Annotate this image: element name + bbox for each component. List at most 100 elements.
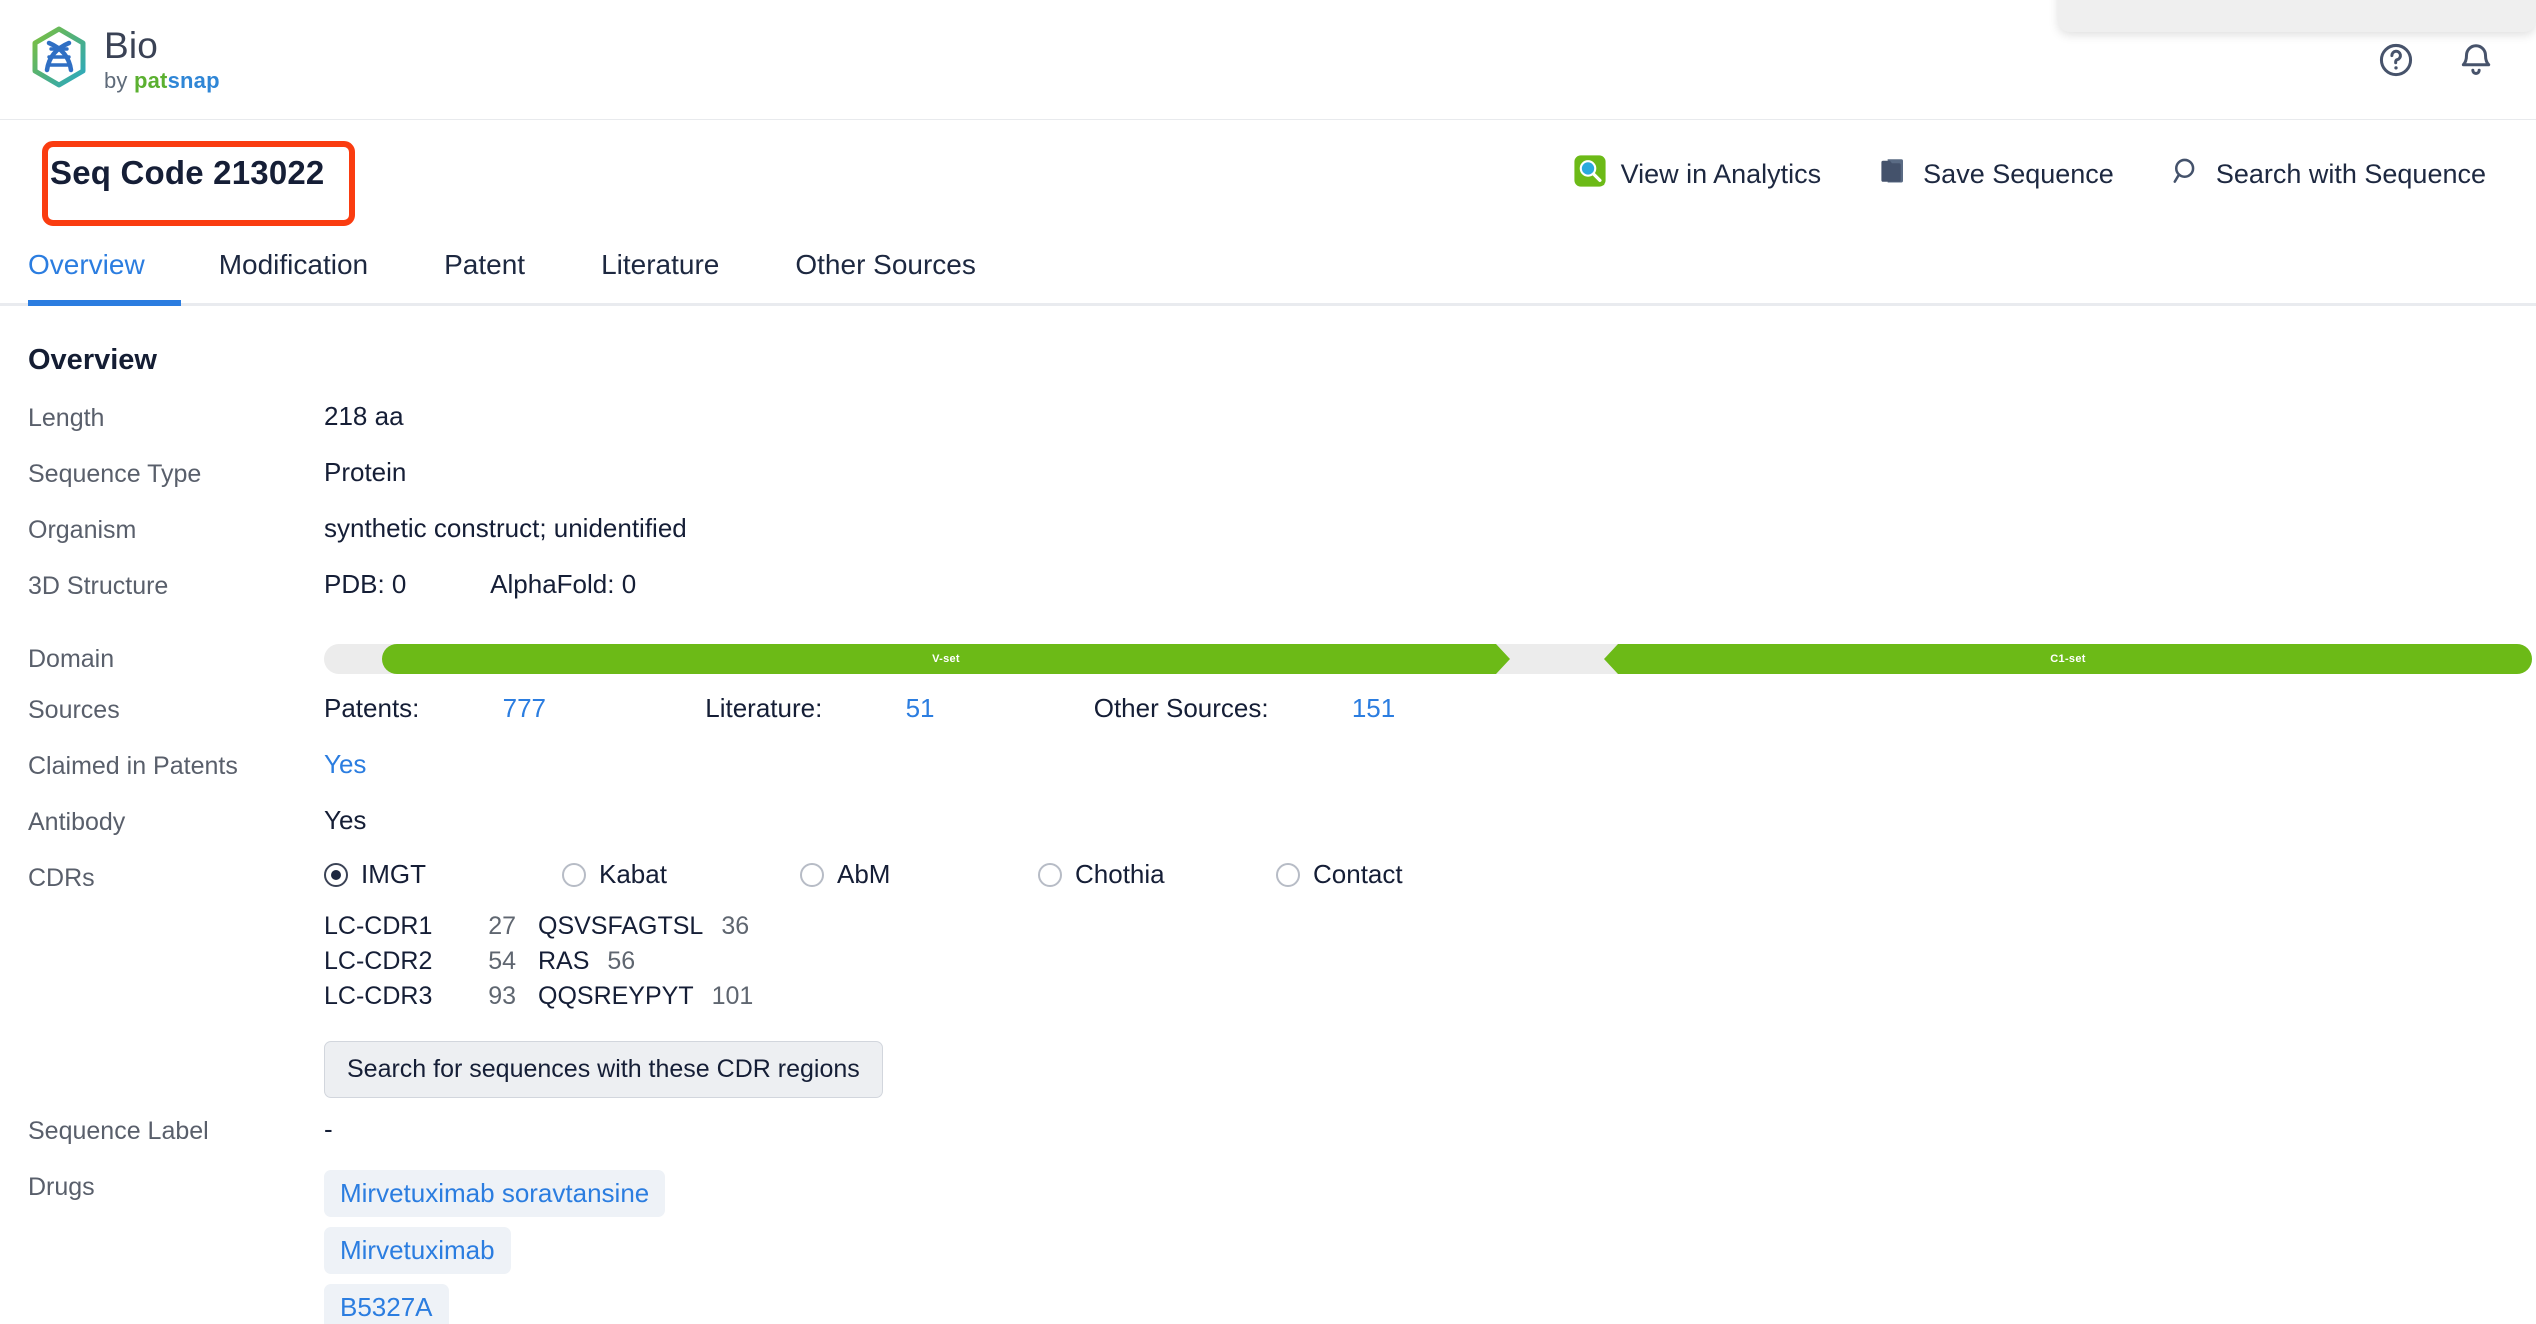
tab-patent[interactable]: Patent	[406, 249, 563, 303]
cdr-scheme-contact[interactable]: Contact	[1276, 859, 1514, 890]
row-3d-structure: 3D Structure PDB: 0 AlphaFold: 0	[0, 567, 2536, 623]
cdr-scheme-abm[interactable]: AbM	[800, 859, 1038, 890]
brand-logo-group[interactable]: Bio by patsnap	[28, 26, 220, 94]
tab-overview-label: Overview	[28, 249, 145, 280]
sources-patents-count[interactable]: 777	[503, 693, 546, 723]
row-organism-value: synthetic construct; unidentified	[324, 513, 687, 543]
row-claimed-in-patents: Claimed in Patents Yes	[0, 747, 2536, 803]
row-length: Length 218 aa	[0, 399, 2536, 455]
row-domain-value: V-set C1-set	[324, 640, 2536, 674]
cdr-scheme-chothia-label: Chothia	[1075, 859, 1165, 889]
sources-other-count[interactable]: 151	[1352, 693, 1395, 723]
cdr-row-end: 36	[721, 912, 750, 940]
sources-literature[interactable]: Literature: 51	[705, 693, 1010, 723]
sources-other[interactable]: Other Sources: 151	[1094, 693, 1471, 723]
list-item[interactable]: B5327A	[324, 1284, 449, 1324]
folder-icon	[1877, 155, 1909, 194]
cdr-scheme-chothia[interactable]: Chothia	[1038, 859, 1276, 890]
search-icon	[2170, 155, 2202, 194]
table-row: LC-CDR1 27 QSVSFAGTSL 36	[324, 912, 2536, 947]
cdr-row-sequence: QSVSFAGTSL	[538, 912, 704, 940]
row-antibody: Antibody Yes	[0, 803, 2536, 859]
cdr-row-end: 101	[711, 982, 754, 1010]
radio-contact-icon[interactable]	[1276, 862, 1300, 887]
domain-segment-c1-set[interactable]: C1-set	[1604, 644, 2532, 674]
cdr-row-start: 27	[488, 912, 516, 940]
row-sequence-label-value: -	[324, 1114, 333, 1144]
cdr-scheme-kabat[interactable]: Kabat	[562, 859, 800, 890]
cdr-row-start: 93	[488, 982, 516, 1010]
tab-patent-label: Patent	[444, 249, 526, 280]
list-item[interactable]: Mirvetuximab	[324, 1227, 511, 1274]
radio-kabat-icon[interactable]	[562, 862, 586, 887]
radio-imgt-icon[interactable]	[324, 862, 348, 887]
sources-patents-label: Patents:	[324, 693, 420, 723]
analytics-search-icon	[1573, 154, 1607, 195]
row-sequence-label-label: Sequence Label	[28, 1117, 209, 1145]
tab-other-sources-label: Other Sources	[795, 249, 976, 280]
row-antibody-label: Antibody	[28, 808, 126, 836]
tab-other-sources[interactable]: Other Sources	[757, 249, 1014, 303]
page-title-wrap: Seq Code 213022	[28, 136, 355, 226]
save-sequence-button[interactable]: Save Sequence	[1877, 155, 2114, 194]
cdr-scheme-kabat-label: Kabat	[599, 859, 667, 889]
cdr-scheme-imgt[interactable]: IMGT	[324, 859, 562, 890]
search-with-sequence-button[interactable]: Search with Sequence	[2170, 155, 2486, 194]
domain-segment-v-set-label: V-set	[932, 653, 960, 665]
row-organism-label: Organism	[28, 516, 137, 544]
tab-modification-label: Modification	[218, 249, 369, 280]
tab-literature[interactable]: Literature	[563, 249, 757, 303]
tab-modification[interactable]: Modification	[181, 249, 406, 303]
row-claimed-label: Claimed in Patents	[28, 752, 238, 780]
search-with-sequence-label: Search with Sequence	[2215, 158, 2486, 189]
row-sequence-type: Sequence Type Protein	[0, 455, 2536, 511]
row-drugs-label: Drugs	[28, 1173, 95, 1201]
domain-segment-v-set[interactable]: V-set	[382, 644, 1510, 674]
brand-snap: snap	[167, 68, 220, 93]
domain-track: V-set C1-set	[324, 644, 2532, 674]
radio-abm-icon[interactable]	[800, 862, 824, 887]
claimed-yes-link[interactable]: Yes	[324, 749, 366, 779]
brand-by: by	[104, 68, 128, 93]
row-sources: Sources Patents: 777 Literature: 51 Othe…	[0, 691, 2536, 747]
top-bar: Bio by patsnap	[0, 0, 2536, 120]
cdr-row-sequence: RAS	[538, 947, 590, 975]
hexagon-dna-icon	[28, 26, 90, 94]
row-domain-label: Domain	[28, 645, 115, 673]
row-3d-structure-value: PDB: 0 AlphaFold: 0	[324, 567, 2536, 600]
cdr-scheme-radio-group: IMGT Kabat AbM Chothia Contact	[324, 859, 2536, 890]
save-sequence-label: Save Sequence	[1923, 158, 2114, 189]
cdr-scheme-contact-label: Contact	[1313, 859, 1403, 889]
bell-icon[interactable]	[2456, 40, 2496, 80]
alphafold-count: AlphaFold: 0	[490, 569, 637, 599]
radio-chothia-icon[interactable]	[1038, 862, 1062, 887]
floating-overlay-panel	[2058, 0, 2536, 32]
cdr-row-end: 56	[607, 947, 636, 975]
row-sequence-type-value: Protein	[324, 457, 407, 487]
help-circle-icon[interactable]	[2376, 40, 2416, 80]
view-in-analytics-button[interactable]: View in Analytics	[1573, 154, 1821, 195]
tab-overview[interactable]: Overview	[28, 249, 181, 306]
row-3d-structure-label: 3D Structure	[28, 572, 169, 600]
drug-chip-list: Mirvetuximab soravtansine Mirvetuximab B…	[324, 1170, 2536, 1324]
sources-patents[interactable]: Patents: 777	[324, 693, 622, 723]
tab-bar: Overview Modification Patent Literature …	[0, 228, 2536, 306]
cdr-scheme-abm-label: AbM	[837, 859, 891, 889]
sources-other-label: Other Sources:	[1093, 693, 1269, 723]
header-actions: View in Analytics Save Sequence Search w…	[1573, 154, 2502, 195]
cdrs-area: IMGT Kabat AbM Chothia Contact LC-CDR1 2…	[324, 859, 2536, 1098]
sources-literature-count[interactable]: 51	[906, 693, 935, 723]
brand-name: Bio	[104, 25, 159, 66]
list-item[interactable]: Mirvetuximab soravtansine	[324, 1170, 666, 1217]
search-cdr-regions-button[interactable]: Search for sequences with these CDR regi…	[324, 1041, 883, 1098]
table-row: LC-CDR3 93 QQSREYPYT 101	[324, 982, 2536, 1017]
row-sources-value: Patents: 777 Literature: 51 Other Source…	[324, 691, 2536, 724]
page-header: Seq Code 213022 View in Analytics Save S…	[0, 120, 2536, 228]
row-sequence-type-label: Sequence Type	[28, 460, 202, 488]
brand-pat: pat	[133, 68, 168, 93]
row-drugs-value: Mirvetuximab soravtansine Mirvetuximab B…	[324, 1168, 2536, 1324]
pdb-count: PDB: 0	[324, 569, 407, 599]
row-sequence-label: Sequence Label -	[0, 1112, 2536, 1168]
cdr-row-name: LC-CDR1	[324, 912, 433, 940]
row-cdrs-label: CDRs	[28, 864, 95, 892]
